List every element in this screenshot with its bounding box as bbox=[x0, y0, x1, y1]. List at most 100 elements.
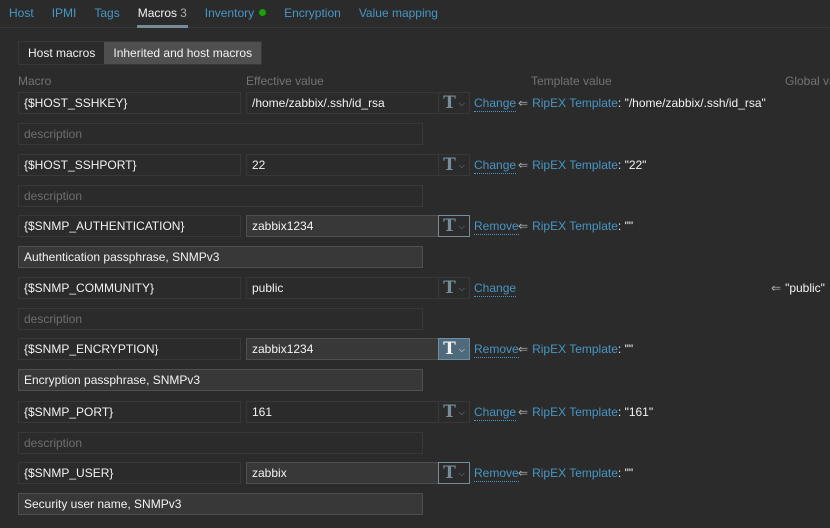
inherit-arrow-icon: ⇐ bbox=[771, 281, 782, 295]
value-type-button[interactable]: T ⌵ bbox=[438, 401, 470, 423]
chevron-down-icon: ⌵ bbox=[458, 469, 465, 478]
text-type-icon: T bbox=[443, 401, 456, 422]
global-value: ⇐ "public" bbox=[771, 277, 825, 299]
template-value: ⇐ RipEX Template: "161" bbox=[518, 401, 653, 423]
tab-label: Encryption bbox=[284, 6, 341, 20]
macro-description-input[interactable]: Encryption passphrase, SNMPv3 bbox=[18, 369, 423, 391]
template-link[interactable]: RipEX Template bbox=[532, 342, 618, 356]
template-value: ⇐ RipEX Template: "" bbox=[518, 338, 633, 360]
template-colon: : bbox=[617, 96, 625, 110]
macro-description-input[interactable]: Security user name, SNMPv3 bbox=[18, 493, 423, 515]
change-button[interactable]: Change bbox=[474, 95, 517, 112]
tab-bar: Host IPMI Tags Macros 3 Inventory Encrypt… bbox=[0, 0, 830, 28]
inherited-macros-option[interactable]: Inherited and host macros bbox=[104, 42, 262, 64]
macro-name-input[interactable]: {$HOST_SSHKEY} bbox=[18, 92, 241, 114]
template-colon: : bbox=[617, 219, 625, 233]
macros-count-badge: 3 bbox=[180, 6, 187, 20]
macro-description-input[interactable]: description bbox=[18, 123, 423, 145]
value-type-button[interactable]: T ⌵ bbox=[438, 338, 470, 360]
macro-description-input[interactable]: description bbox=[18, 308, 423, 330]
template-link[interactable]: RipEX Template bbox=[532, 158, 618, 172]
macro-row: {$SNMP_AUTHENTICATION} zabbix1234 T ⌵ Remove… bbox=[0, 215, 830, 275]
tab-label: Host bbox=[9, 6, 34, 20]
value-type-button[interactable]: T ⌵ bbox=[438, 154, 470, 176]
template-value: ⇐ RipEX Template: "22" bbox=[518, 154, 646, 176]
column-header-macro: Macro bbox=[18, 74, 52, 88]
tab-value-mapping[interactable]: Value mapping bbox=[350, 0, 447, 27]
template-link[interactable]: RipEX Template bbox=[532, 219, 618, 233]
macro-description-input[interactable]: description bbox=[18, 432, 423, 454]
text-type-icon: T bbox=[443, 277, 456, 298]
template-link[interactable]: RipEX Template bbox=[532, 96, 618, 110]
inherit-arrow-icon: ⇐ bbox=[518, 219, 529, 233]
macro-mode-toggle: Host macros Inherited and host macros bbox=[18, 41, 263, 65]
tab-tags[interactable]: Tags bbox=[85, 0, 128, 27]
macro-row: {$SNMP_USER} zabbix T ⌵ Remove ⇐ RipEX Templat… bbox=[0, 462, 830, 522]
tab-label: IPMI bbox=[51, 6, 77, 20]
chevron-down-icon: ⌵ bbox=[458, 222, 465, 231]
macro-description-input[interactable]: Authentication passphrase, SNMPv3 bbox=[18, 246, 423, 268]
value-type-button[interactable]: T ⌵ bbox=[438, 462, 470, 484]
chevron-down-icon: ⌵ bbox=[458, 408, 465, 417]
tab-label: Macros bbox=[137, 6, 178, 20]
template-value-text: "/home/zabbix/.ssh/id_rsa" bbox=[624, 96, 766, 110]
text-type-icon: T bbox=[443, 92, 456, 113]
macro-row: {$SNMP_ENCRYPTION} zabbix1234 T ⌵ Remove ⇐ Rip… bbox=[0, 338, 830, 398]
tab-host[interactable]: Host bbox=[0, 0, 43, 27]
macro-value-input[interactable]: zabbix bbox=[246, 462, 439, 484]
tab-label: Inventory bbox=[204, 6, 255, 20]
chevron-down-icon: ⌵ bbox=[458, 99, 465, 108]
macro-value-input[interactable]: public bbox=[246, 277, 439, 299]
macro-name-input[interactable]: {$SNMP_ENCRYPTION} bbox=[18, 338, 241, 360]
value-type-button[interactable]: T ⌵ bbox=[438, 277, 470, 299]
tab-macros[interactable]: Macros 3 bbox=[129, 0, 196, 28]
macro-description-input[interactable]: description bbox=[18, 185, 423, 207]
template-value-text: "" bbox=[624, 466, 634, 480]
value-type-button[interactable]: T ⌵ bbox=[438, 215, 470, 237]
macro-value-input[interactable]: 161 bbox=[246, 401, 439, 423]
macro-value-input[interactable]: /home/zabbix/.ssh/id_rsa bbox=[246, 92, 439, 114]
text-type-icon: T bbox=[443, 462, 456, 483]
macro-row: {$HOST_SSHKEY}/home/zabbix/.ssh/id_rsa T ⌵… bbox=[0, 92, 830, 152]
template-link[interactable]: RipEX Template bbox=[532, 405, 618, 419]
macro-value-input[interactable]: zabbix1234 bbox=[246, 215, 439, 237]
chevron-down-icon: ⌵ bbox=[458, 345, 465, 354]
template-colon: : bbox=[617, 405, 625, 419]
tab-ipmi[interactable]: IPMI bbox=[43, 0, 86, 27]
column-header-effective-value: Effective value bbox=[246, 74, 324, 88]
tab-encryption[interactable]: Encryption bbox=[275, 0, 350, 27]
template-colon: : bbox=[617, 158, 625, 172]
macro-value-input[interactable]: zabbix1234 bbox=[246, 338, 439, 360]
macro-row: {$SNMP_PORT} 161 T ⌵ Change ⇐ RipEX Template: … bbox=[0, 401, 830, 461]
macro-row: {$SNMP_COMMUNITY} public T ⌵ Change ⇐ "public"… bbox=[0, 277, 830, 337]
global-value-text: "public" bbox=[785, 281, 825, 295]
remove-button[interactable]: Remove bbox=[474, 465, 519, 482]
tab-label: Value mapping bbox=[358, 6, 438, 20]
change-button[interactable]: Change bbox=[474, 157, 517, 174]
tab-inventory[interactable]: Inventory bbox=[196, 0, 275, 27]
template-value-text: "" bbox=[624, 342, 634, 356]
inherit-arrow-icon: ⇐ bbox=[518, 158, 529, 172]
text-type-icon: T bbox=[443, 338, 456, 359]
change-button[interactable]: Change bbox=[474, 280, 517, 297]
chevron-down-icon: ⌵ bbox=[458, 284, 465, 293]
inherit-arrow-icon: ⇐ bbox=[518, 96, 529, 110]
status-dot-icon bbox=[259, 9, 267, 17]
template-colon: : bbox=[617, 342, 625, 356]
column-header-global-value: Global va bbox=[785, 74, 830, 88]
macro-name-input[interactable]: {$HOST_SSHPORT} bbox=[18, 154, 241, 176]
inherit-arrow-icon: ⇐ bbox=[518, 342, 529, 356]
text-type-icon: T bbox=[443, 215, 456, 236]
macro-name-input[interactable]: {$SNMP_USER} bbox=[18, 462, 241, 484]
template-link[interactable]: RipEX Template bbox=[532, 466, 618, 480]
remove-button[interactable]: Remove bbox=[474, 341, 519, 358]
inherit-arrow-icon: ⇐ bbox=[518, 466, 529, 480]
macro-name-input[interactable]: {$SNMP_AUTHENTICATION} bbox=[18, 215, 241, 237]
host-macros-option[interactable]: Host macros bbox=[19, 42, 105, 64]
value-type-button[interactable]: T ⌵ bbox=[438, 92, 470, 114]
remove-button[interactable]: Remove bbox=[474, 218, 519, 235]
macro-name-input[interactable]: {$SNMP_PORT} bbox=[18, 401, 241, 423]
macro-name-input[interactable]: {$SNMP_COMMUNITY} bbox=[18, 277, 241, 299]
change-button[interactable]: Change bbox=[474, 404, 517, 421]
macro-value-input[interactable]: 22 bbox=[246, 154, 439, 176]
